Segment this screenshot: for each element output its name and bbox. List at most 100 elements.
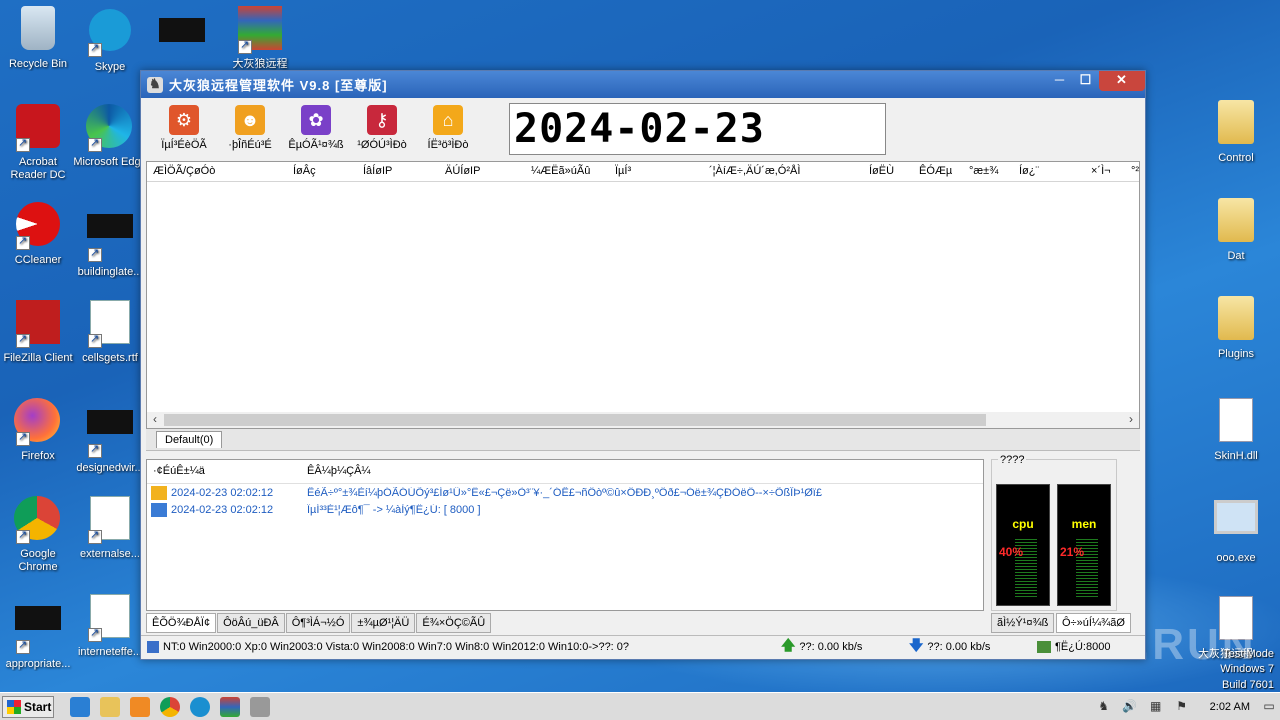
tab-shortcut-tools[interactable]: ãÌ½Ý¹¤¾ß bbox=[991, 613, 1055, 633]
desktop-icon[interactable]: 大灰狼远程 bbox=[222, 6, 298, 71]
clock-tray[interactable]: 2:02 AM bbox=[1210, 701, 1250, 713]
shortcut-arrow-icon bbox=[16, 137, 30, 152]
log-col-time[interactable]: ·¢ÉúÊ±¼ä bbox=[147, 460, 301, 483]
desktop-icon[interactable]: externalse... bbox=[72, 496, 148, 561]
column-header[interactable]: ÏµÍ³ bbox=[609, 162, 703, 181]
dll-icon bbox=[1219, 398, 1253, 442]
media-player-icon[interactable] bbox=[130, 696, 150, 717]
desktop-icon[interactable]: Firefox bbox=[0, 398, 76, 463]
exit-button[interactable]: ⌂ ÍË³ö³ÌÐò bbox=[415, 102, 481, 151]
desktop-icon[interactable]: Skype bbox=[72, 6, 148, 74]
minimize-button[interactable]: ─ bbox=[1047, 71, 1073, 91]
column-header[interactable]: Íø¿¨ bbox=[1013, 162, 1085, 181]
scroll-left-icon[interactable]: ‹ bbox=[147, 412, 163, 426]
start-button[interactable]: Start bbox=[2, 695, 54, 718]
port-text: ¶Ë¿Ú:8000 bbox=[1055, 640, 1111, 653]
column-header[interactable]: ÊÓÆµ bbox=[913, 162, 963, 181]
tool-label: ÍË³ö³ÌÐò bbox=[427, 139, 469, 151]
column-header[interactable]: ÆÌÖÃ/ÇøÓò bbox=[147, 162, 287, 181]
file-icon bbox=[87, 214, 133, 238]
host-list[interactable]: ÆÌÖÃ/ÇøÓò ÍøÂç ÍâÍøIP ÄÚÍøIP ¼ÆËã»úÃû ÏµÍ³ ´¦À… bbox=[146, 161, 1140, 429]
edge-icon[interactable] bbox=[190, 696, 210, 717]
desktop-icon[interactable]: buildinglate... bbox=[72, 202, 148, 279]
download-text: ??: 0.00 kb/s bbox=[927, 640, 991, 653]
desktop-icon-label: SkinH.dll bbox=[1214, 450, 1258, 462]
column-header[interactable]: ¼ÆËã»úÃû bbox=[525, 162, 609, 181]
desktop-icon[interactable]: Recycle Bin bbox=[0, 6, 76, 71]
monitor-small-icon bbox=[147, 640, 159, 653]
build-server-button[interactable]: ☻ ·þÎñÉú³É bbox=[217, 102, 283, 151]
desktop-icon-label: CCleaner bbox=[14, 254, 62, 266]
tab-logs[interactable]: ÊÕÖ¾ÐÅÏ¢ bbox=[146, 613, 217, 633]
title-bar[interactable]: 大灰狼远程管理软件 V9.8 [至尊版] ─ ☐ ✕ bbox=[141, 71, 1145, 98]
desktop-icon[interactable]: Google Chrome bbox=[0, 496, 76, 574]
column-header[interactable]: ×´Ì¬ bbox=[1085, 162, 1125, 181]
desktop-icon[interactable]: appropriate... bbox=[0, 594, 76, 671]
scroll-right-icon[interactable]: › bbox=[1123, 412, 1139, 426]
tool-label: ·þÎñÉú³É bbox=[228, 139, 272, 151]
desktop-icon-label: appropriate... bbox=[5, 658, 71, 670]
desktop-icon[interactable]: Microsoft Edge bbox=[72, 104, 148, 169]
monitor-exe-icon bbox=[1214, 500, 1258, 534]
log-col-event[interactable]: ÊÂ¼þ¼ÇÂ¼ bbox=[301, 460, 377, 483]
log-row[interactable]: 2024-02-23 02:02:12 ÏµÍ³³É¹¦Æô¶¯ -> ¼àÌý¶… bbox=[147, 501, 983, 518]
network-tray-icon[interactable]: ▦ bbox=[1148, 699, 1164, 715]
column-header[interactable]: ÍøÂç bbox=[287, 162, 357, 181]
cpu-value: 40% bbox=[999, 545, 1024, 559]
app-icon[interactable] bbox=[250, 696, 270, 717]
tab-updates[interactable]: ÔöÂú_üÐÂ bbox=[217, 613, 285, 633]
wolf-tray-icon[interactable]: ♞ bbox=[1096, 699, 1112, 715]
about-button[interactable]: ⚷ ¹ØÓÚ³ÌÐò bbox=[349, 102, 415, 151]
system-settings-button[interactable]: ⚙ ÏµÍ³ÉèÖÃ bbox=[151, 102, 217, 151]
file-icon bbox=[87, 410, 133, 434]
flag-tray-icon[interactable]: ⚑ bbox=[1174, 699, 1190, 715]
desktop-icon[interactable]: CCleaner bbox=[0, 202, 76, 267]
desktop-icon[interactable]: Control bbox=[1198, 100, 1274, 165]
maximize-button[interactable]: ☐ bbox=[1073, 71, 1099, 91]
cpu-label: cpu bbox=[1012, 517, 1034, 531]
tools-icon: ✿ bbox=[301, 105, 331, 135]
desktop-icon-label: interneteffe... bbox=[77, 646, 142, 658]
build-server-icon: ☻ bbox=[235, 105, 265, 135]
horizontal-scrollbar[interactable]: ‹ › bbox=[147, 412, 1139, 428]
tab-host-map[interactable]: Ô÷»úÍ¼¾ãØ bbox=[1056, 613, 1131, 633]
tools-button[interactable]: ✿ ÊµÓÃ¹¤¾ß bbox=[283, 102, 349, 151]
column-header[interactable]: ÍâÍøIP bbox=[357, 162, 439, 181]
desktop-icon[interactable]: Plugins bbox=[1198, 296, 1274, 361]
monitor-label: ???? bbox=[998, 454, 1027, 466]
column-header[interactable]: ÍøËÙ bbox=[863, 162, 913, 181]
scrollbar-thumb[interactable] bbox=[164, 414, 986, 426]
tab-local[interactable]: ±¾µØ¹¦ÄÜ bbox=[351, 613, 416, 633]
column-header[interactable]: ´¦ÀíÆ÷,ÄÚ´æ,Ó²ÅÌ bbox=[703, 162, 863, 181]
shortcut-arrow-icon bbox=[16, 529, 30, 544]
file-icon bbox=[15, 606, 61, 630]
close-button[interactable]: ✕ bbox=[1099, 71, 1145, 91]
desktop-icon[interactable]: SkinH.dll bbox=[1198, 398, 1274, 463]
log-row[interactable]: 2024-02-23 02:02:12 ÊéÃ÷º°±¾Èí¼þÓÃÓÚÕý³£Í… bbox=[147, 484, 983, 501]
tool-label: ÏµÍ³ÉèÖÃ bbox=[161, 139, 207, 151]
desktop-icon[interactable]: cellsgets.rtf bbox=[72, 300, 148, 365]
volume-icon[interactable]: 🔊 bbox=[1122, 699, 1138, 715]
event-log[interactable]: ·¢ÉúÊ±¼ä ÊÂ¼þ¼ÇÂ¼ 2024-02-23 02:02:12 ÊéÃ… bbox=[146, 459, 984, 611]
desktop-icon[interactable]: interneteffe... bbox=[72, 594, 148, 659]
event-log-header: ·¢ÉúÊ±¼ä ÊÂ¼þ¼ÇÂ¼ bbox=[147, 460, 983, 484]
tab-misc[interactable]: É¾×ÖÇ©ÃÛ bbox=[416, 613, 492, 633]
winrar-icon[interactable] bbox=[220, 696, 240, 717]
desktop-icon[interactable]: designedwir... bbox=[72, 398, 148, 475]
upload-arrow-icon: 🡅 bbox=[781, 636, 796, 653]
desktop-icon[interactable]: Acrobat Reader DC bbox=[0, 104, 76, 182]
ie-icon[interactable] bbox=[70, 696, 90, 717]
tab-remote[interactable]: Ô¶³ÌÁ¬½Ó bbox=[285, 613, 351, 633]
log-time: 2024-02-23 02:02:12 bbox=[171, 503, 274, 516]
explorer-icon[interactable] bbox=[100, 696, 120, 717]
desktop-icon[interactable]: Dat bbox=[1198, 198, 1274, 263]
desktop-icon-label: buildinglate... bbox=[77, 266, 143, 278]
show-desktop-icon[interactable]: ▭ bbox=[1262, 699, 1276, 715]
column-header[interactable]: ÄÚÍøIP bbox=[439, 162, 525, 181]
column-header[interactable]: °æ±¾ bbox=[963, 162, 1013, 181]
desktop-icon[interactable]: FileZilla Client bbox=[0, 300, 76, 365]
column-header[interactable]: °² bbox=[1125, 162, 1139, 181]
desktop-icon[interactable]: ooo.exe bbox=[1198, 494, 1274, 565]
tab-default[interactable]: Default(0) bbox=[156, 431, 223, 448]
chrome-icon[interactable] bbox=[160, 696, 180, 717]
